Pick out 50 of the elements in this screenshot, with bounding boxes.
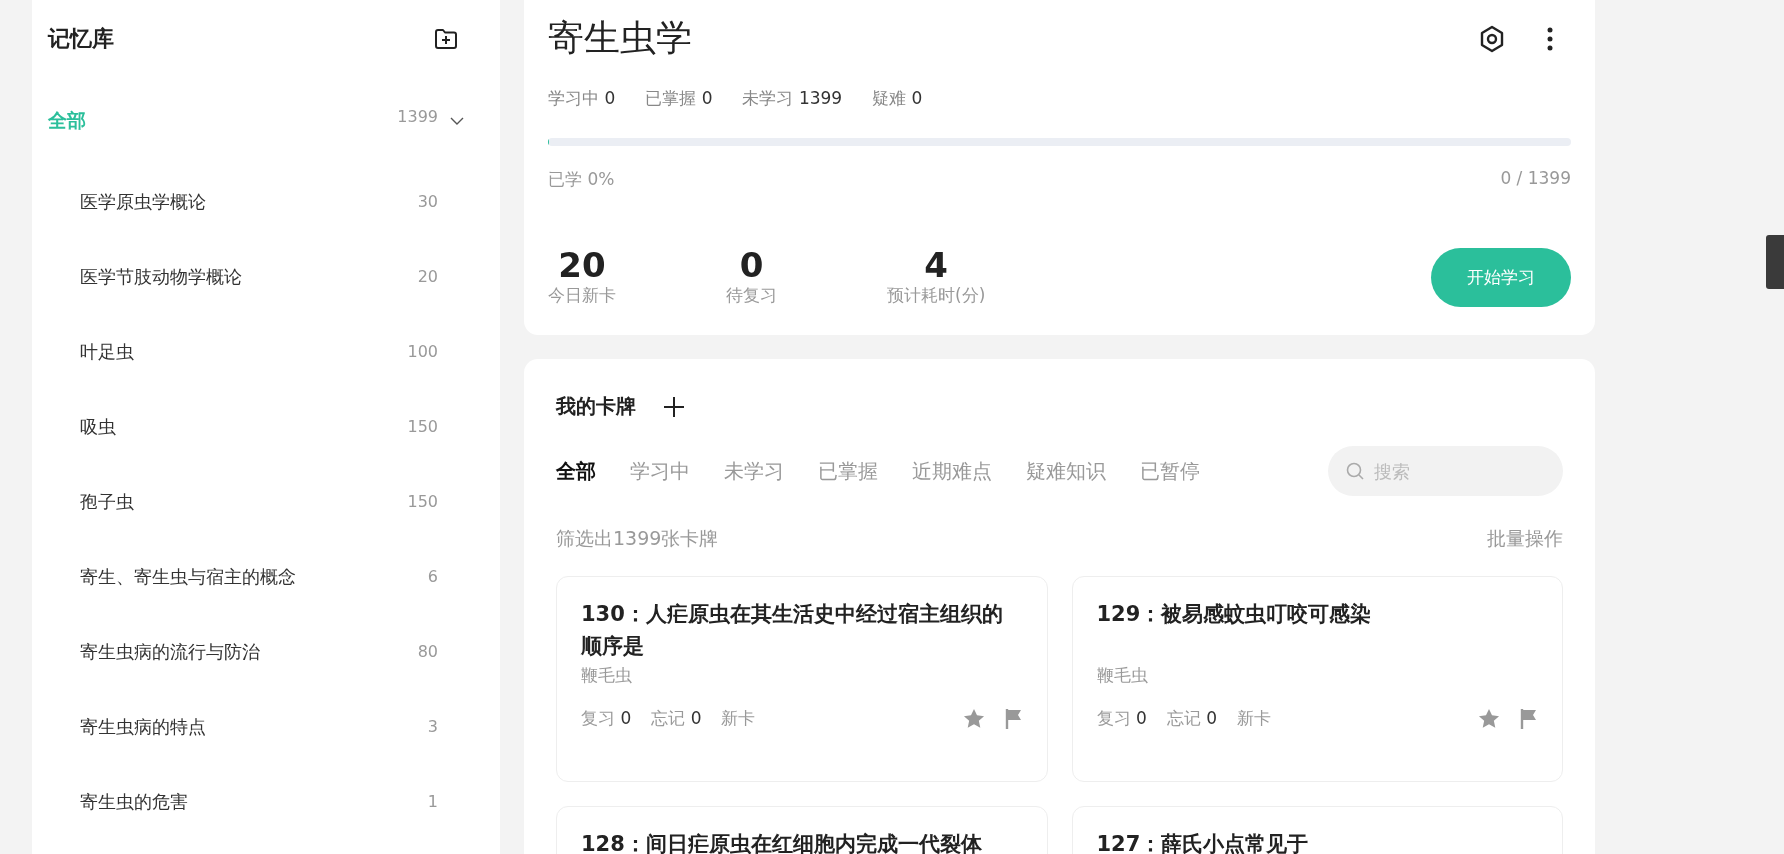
stat-text: 未学习 1399	[742, 87, 843, 110]
summary-value: 4	[924, 247, 948, 285]
sidebar-item[interactable]: 吸虫 150	[48, 389, 464, 464]
summary-label: 待复习	[726, 284, 777, 308]
progress-label: 已学 0%	[548, 168, 615, 191]
deck-title: 寄生虫学	[548, 16, 692, 60]
cards-title: 我的卡牌	[556, 393, 636, 421]
summary-value: 0	[739, 247, 764, 285]
new-folder-icon[interactable]	[434, 28, 458, 50]
sidebar-item[interactable]: 医学节肢动物学概论 20	[48, 239, 464, 314]
card-title: 130：人疟原虫在其生活史中经过宿主组织的顺序是	[581, 601, 1004, 660]
card-status: 新卡	[1236, 707, 1271, 731]
sidebar-item[interactable]: 寄生虫的危害 1	[48, 764, 464, 839]
filter-tab[interactable]: 全部	[556, 457, 596, 485]
add-icon[interactable]	[664, 396, 684, 417]
stat-text: 疑难 0	[872, 87, 923, 110]
stat-text: 学习中 0	[548, 87, 616, 110]
more-icon[interactable]	[1547, 26, 1553, 51]
stat-text: 已掌握 0	[645, 87, 713, 110]
flashcard[interactable]: 128：间日疟原虫在红细胞内完成一代裂体	[556, 806, 1048, 854]
chevron-icon[interactable]	[450, 117, 464, 125]
sidebar-item[interactable]: 孢子虫 150	[48, 464, 464, 539]
sidebar-item[interactable]: 寄生虫病的特点 3	[48, 689, 464, 764]
flashcard[interactable]: 129：被易感蚊虫叮咬可感染 鞭毛虫 复习 0 忘记 0 新卡	[1071, 576, 1563, 783]
forget-count: 忘记 0	[651, 707, 702, 731]
sidebar-item[interactable]: 寄生、寄生虫与宿主的概念 6	[48, 539, 464, 614]
star-icon[interactable]	[962, 708, 985, 730]
forget-count: 忘记 0	[1166, 707, 1217, 731]
card-status: 新卡	[721, 707, 756, 731]
summary-label: 今日新卡	[548, 284, 616, 308]
summary-value: 20	[558, 247, 606, 285]
filter-summary: 筛选出1399张卡牌	[556, 526, 719, 552]
progress-reading: 0 / 1399	[1500, 168, 1571, 190]
sidebar-title: 记忆库	[48, 25, 114, 53]
star-icon[interactable]	[1478, 708, 1500, 730]
search-icon	[1346, 462, 1364, 481]
card-title: 129：被易感蚊虫叮咬可感染	[1096, 601, 1373, 629]
card-tag: 鞭毛虫	[581, 664, 1023, 688]
sidebar-item[interactable]: 寄生虫病的流行与防治 80	[48, 614, 464, 689]
flashcard[interactable]: 130：人疟原虫在其生活史中经过宿主组织的顺序是 鞭毛虫 复习 0 忘记 0 新卡	[556, 576, 1048, 783]
review-count: 复习 0	[1096, 707, 1147, 731]
settings-icon[interactable]	[1479, 24, 1505, 53]
sidebar-item[interactable]: 医学原虫学概论 30	[48, 164, 464, 239]
flag-icon[interactable]	[1004, 707, 1023, 730]
sidebar-item[interactable]: 叶足虫 100	[48, 314, 464, 389]
review-count: 复习 0	[581, 707, 632, 731]
flag-icon[interactable]	[1520, 707, 1538, 730]
card-title: 128：间日疟原虫在红细胞内完成一代裂体	[581, 831, 983, 854]
summary-label: 预计耗时(分)	[887, 284, 986, 308]
card-tag: 鞭毛虫	[1096, 664, 1538, 688]
